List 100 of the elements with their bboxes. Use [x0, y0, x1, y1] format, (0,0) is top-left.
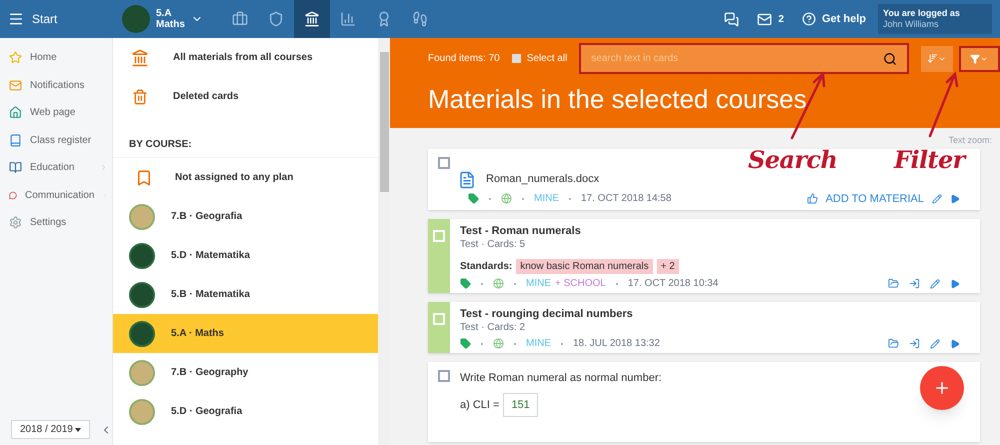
- card-date: 18. JUL 2018 13:32: [573, 337, 660, 350]
- course-list-item[interactable]: 7.B · Geografia: [113, 197, 378, 236]
- edit-icon[interactable]: [932, 194, 942, 204]
- help-icon: [802, 12, 816, 26]
- course-avatar: [129, 204, 155, 230]
- search-icon: [882, 52, 897, 66]
- annotation-label: Search: [748, 144, 838, 176]
- search-input[interactable]: search text in cards: [591, 51, 883, 66]
- open-book-icon: [9, 161, 22, 174]
- filter-icon: [970, 54, 980, 64]
- sign-in-icon[interactable]: [909, 278, 920, 289]
- caret-icon: [75, 428, 81, 432]
- play-icon[interactable]: [950, 338, 960, 348]
- globe-icon: [493, 278, 504, 289]
- gear-icon: [9, 216, 22, 230]
- standards-label: Standards:: [460, 260, 512, 273]
- globe-icon: [493, 338, 504, 349]
- course-avatar: [129, 242, 155, 268]
- course-list-item[interactable]: 5.A · Maths: [113, 314, 378, 353]
- course-selector[interactable]: 5.A Maths: [122, 5, 222, 33]
- envelope-icon: [757, 12, 772, 26]
- tag-icon: [460, 278, 471, 289]
- folder-icon[interactable]: [888, 278, 899, 289]
- globe-icon: [501, 193, 512, 204]
- year-select[interactable]: 2018 / 2019: [11, 420, 90, 439]
- tag-icon: [460, 338, 471, 349]
- play-icon[interactable]: [950, 278, 960, 288]
- annotation-arrow: [928, 71, 958, 138]
- bank-icon[interactable]: [294, 0, 330, 38]
- standard-tag: + 2: [656, 259, 679, 274]
- text-zoom-label: Text zoom:: [948, 134, 992, 147]
- card-date: 17. OCT 2018 14:58: [581, 192, 672, 206]
- course-class: 5.A: [156, 8, 172, 19]
- chevron-right-icon: [99, 163, 108, 172]
- sidebar-item[interactable]: Communication: [0, 182, 112, 209]
- question-text: Write Roman numeral as normal number:: [460, 371, 662, 386]
- course-list-item[interactable]: All materials from all courses: [113, 38, 378, 77]
- sidebar-item[interactable]: Notifications: [0, 72, 112, 99]
- answer-label: a) CLI =: [460, 398, 500, 412]
- sidebar-item[interactable]: Education: [0, 154, 112, 182]
- edit-icon[interactable]: [930, 338, 940, 348]
- plus-icon: [933, 379, 951, 397]
- owner-label: MINE: [526, 337, 551, 350]
- course-avatar: [122, 5, 150, 33]
- course-list-item[interactable]: 5.B · Matematika: [113, 275, 378, 314]
- thumbs-up-icon[interactable]: [806, 193, 818, 204]
- edit-icon[interactable]: [930, 278, 940, 288]
- card-title: Test - rounging decimal numbers: [460, 308, 634, 321]
- house-icon: [9, 106, 22, 120]
- messages-button[interactable]: 2: [757, 12, 784, 26]
- sidebar-item[interactable]: Web page: [0, 99, 112, 126]
- star-icon: [9, 51, 22, 64]
- trash-icon: [132, 88, 148, 104]
- add-to-material-link[interactable]: ADD TO MATERIAL: [826, 190, 924, 207]
- owner-label: MINE: [526, 277, 551, 290]
- bookmark-icon: [135, 168, 153, 186]
- course-avatar: [129, 320, 155, 346]
- checkbox[interactable]: [438, 370, 450, 382]
- standard-tag: know basic Roman numerals: [516, 259, 653, 274]
- course-list-item[interactable]: 5.D · Geografia: [113, 392, 378, 431]
- sidebar-item[interactable]: Class register: [0, 126, 112, 154]
- book-icon: [9, 134, 22, 147]
- sign-in-icon[interactable]: [909, 338, 920, 349]
- course-list-item[interactable]: Not assigned to any plan: [113, 158, 378, 197]
- page-title: Materials in the selected courses: [428, 83, 807, 116]
- checkbox[interactable]: [438, 156, 450, 168]
- course-list-item[interactable]: 5.D · Matematika: [113, 236, 378, 275]
- sidebar-item[interactable]: Home: [0, 44, 112, 72]
- play-icon[interactable]: [950, 194, 960, 204]
- file-name: Roman_numerals.docx: [486, 172, 600, 188]
- help-button[interactable]: Get help: [802, 10, 866, 28]
- course-list-item[interactable]: Deleted cards: [113, 77, 378, 116]
- bank-icon: [131, 48, 149, 66]
- card-date: 17. OCT 2018 10:34: [628, 277, 718, 290]
- sort-icon: [927, 53, 938, 64]
- sidebar-item[interactable]: Settings: [0, 209, 112, 236]
- start-menu-button[interactable]: Start: [0, 10, 122, 28]
- annotation-label: Filter: [894, 144, 965, 176]
- card-subtitle: Test · Cards: 5: [460, 238, 526, 251]
- filter-button[interactable]: [958, 46, 1000, 72]
- found-items-count: Found items: 70: [428, 52, 500, 66]
- course-avatar: [129, 360, 155, 386]
- course-subject: Maths: [156, 19, 185, 30]
- select-all-checkbox[interactable]: Select all: [512, 51, 568, 66]
- answer-box[interactable]: 151: [503, 392, 538, 417]
- card-title: Test - Roman numerals: [460, 225, 582, 238]
- sort-button[interactable]: [920, 46, 953, 72]
- course-avatar: [129, 282, 155, 308]
- folder-icon[interactable]: [888, 338, 899, 349]
- envelope-icon: [9, 78, 22, 92]
- user-menu[interactable]: You are logged as John Williams: [878, 4, 992, 34]
- course-list-item[interactable]: 7.B · Geography: [113, 353, 378, 392]
- menu-icon: [8, 11, 24, 27]
- scrollbar-thumb[interactable]: [380, 52, 388, 192]
- owner-label: + SCHOOL: [555, 277, 606, 290]
- card-subtitle: Test · Cards: 2: [460, 321, 526, 334]
- course-avatar: [129, 398, 155, 424]
- search-field[interactable]: search text in cards: [579, 43, 909, 74]
- document-icon: [458, 170, 476, 188]
- chat-icon[interactable]: [724, 12, 740, 26]
